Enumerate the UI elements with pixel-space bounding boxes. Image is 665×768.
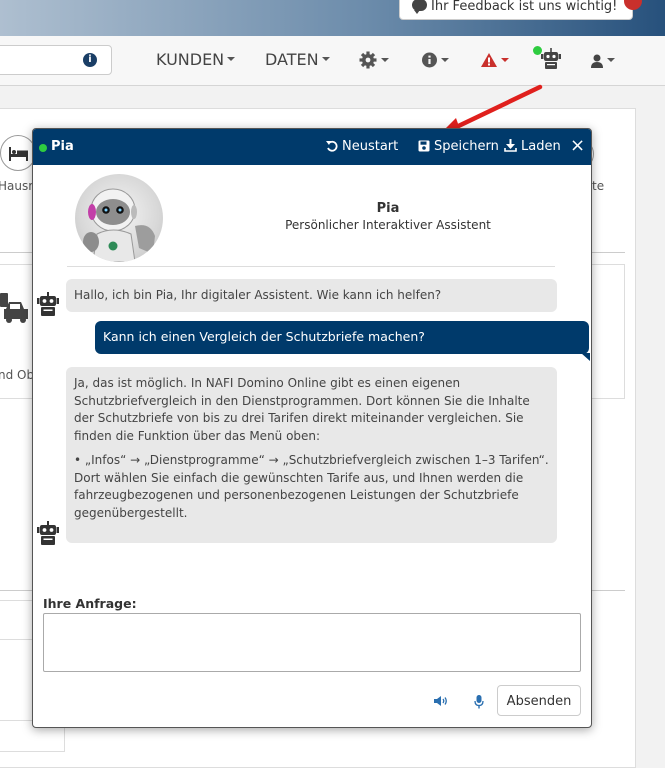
- info-circle-icon: [422, 52, 437, 68]
- nav-kunden[interactable]: KUNDEN: [156, 50, 236, 69]
- load-label: Laden: [521, 139, 561, 154]
- chevron-down-icon: [607, 58, 615, 62]
- chevron-down-icon: [227, 57, 236, 61]
- input-label: Ihre Anfrage:: [43, 596, 137, 611]
- chat-title: Pia: [51, 139, 74, 154]
- profile-divider: [67, 266, 555, 267]
- user-menu[interactable]: [590, 50, 615, 70]
- bot-message-paragraph: • „Infos“ → „Dienstprogramme“ → „Schutzb…: [74, 453, 549, 467]
- query-input[interactable]: [43, 613, 581, 672]
- comment-icon: [412, 0, 427, 14]
- save-button[interactable]: Speichern: [418, 139, 499, 154]
- bot-message-paragraph: Ja, das ist möglich. In NAFI Domino Onli…: [74, 376, 530, 443]
- category-label-obj: nd Ob: [0, 368, 35, 382]
- assistant-avatar: [75, 174, 163, 262]
- category-hausrat[interactable]: [0, 135, 36, 171]
- robot-avatar-image: [83, 188, 155, 262]
- user-icon: [591, 54, 603, 68]
- microphone-icon[interactable]: [474, 695, 484, 709]
- nav-kunden-label: KUNDEN: [156, 50, 225, 69]
- robot-icon: [37, 521, 59, 545]
- info-menu[interactable]: [421, 50, 449, 70]
- download-icon: [504, 139, 517, 152]
- category-label-right: te: [592, 179, 605, 193]
- assistant-online-indicator: [533, 46, 542, 55]
- bot-message-paragraph: Dort wählen Sie einfach die gewünschten …: [74, 470, 524, 520]
- user-message-text: Kann ich einen Vergleich der Schutzbrief…: [103, 329, 425, 344]
- feedback-button[interactable]: Ihr Feedback ist uns wichtig!: [399, 0, 633, 20]
- profile-subtitle: Persönlicher Interaktiver Assistent: [285, 218, 491, 232]
- save-label: Speichern: [434, 139, 499, 154]
- floppy-disk-icon: [418, 140, 430, 152]
- restart-button[interactable]: Neustart: [326, 139, 398, 154]
- chevron-down-icon: [381, 58, 389, 62]
- car-icon: [0, 293, 28, 323]
- gear-icon: [359, 51, 377, 69]
- nav-daten[interactable]: DATEN: [265, 50, 330, 69]
- chat-header: Pia Neustart Speichern Laden ×: [33, 129, 591, 165]
- bed-icon: [9, 147, 28, 161]
- warning-menu[interactable]: [480, 50, 509, 70]
- bot-message-text: Hallo, ich bin Pia, Ihr digitaler Assist…: [74, 288, 442, 302]
- warning-icon: [481, 53, 497, 67]
- search-input[interactable]: i: [0, 45, 112, 75]
- settings-menu[interactable]: [358, 50, 389, 70]
- main-navbar: i KUNDEN DATEN: [0, 36, 665, 86]
- bot-message: Ja, das ist möglich. In NAFI Domino Onli…: [66, 367, 557, 543]
- nav-daten-label: DATEN: [265, 50, 319, 69]
- assistant-chat-window: Pia Neustart Speichern Laden × Pia Persö…: [32, 128, 592, 728]
- chevron-down-icon: [321, 57, 330, 61]
- user-message: Kann ich einen Vergleich der Schutzbrief…: [95, 321, 590, 361]
- assistant-button[interactable]: [541, 48, 561, 69]
- load-button[interactable]: Laden: [504, 139, 561, 154]
- online-status-dot: [39, 144, 47, 152]
- restart-label: Neustart: [342, 139, 399, 154]
- chevron-down-icon: [441, 58, 449, 62]
- top-banner: Ihr Feedback ist uns wichtig!: [0, 0, 665, 36]
- send-button[interactable]: Absenden: [497, 685, 581, 716]
- profile-name: Pia: [376, 201, 400, 216]
- speaker-icon[interactable]: [434, 695, 450, 707]
- chevron-down-icon: [501, 58, 509, 62]
- robot-icon: [541, 48, 561, 69]
- bot-message: Hallo, ich bin Pia, Ihr digitaler Assist…: [66, 279, 557, 312]
- close-icon[interactable]: ×: [570, 137, 585, 155]
- robot-icon: [37, 292, 59, 316]
- feedback-label: Ihr Feedback ist uns wichtig!: [431, 0, 618, 14]
- info-icon[interactable]: i: [83, 53, 97, 67]
- undo-icon: [326, 140, 338, 152]
